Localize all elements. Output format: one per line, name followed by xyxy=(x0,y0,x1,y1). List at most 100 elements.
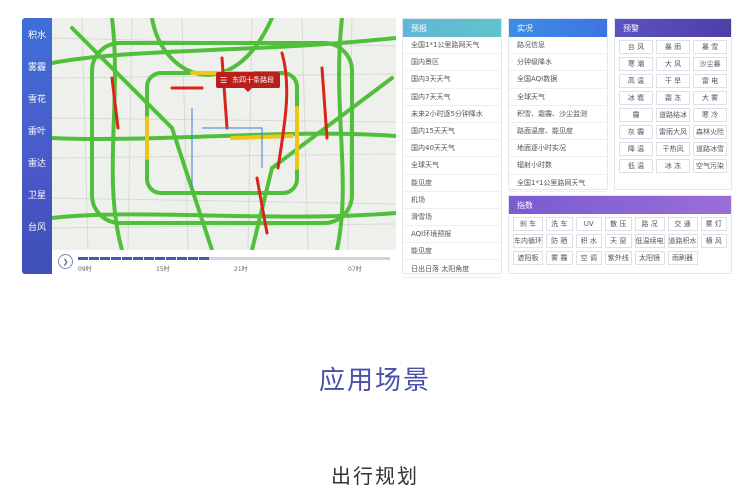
realtime-item[interactable]: 地面逐小时实况 xyxy=(509,140,607,158)
layer-side-nav: 积水 雾霾 雪花 雷叶 雷达 卫星 台风 xyxy=(22,18,56,274)
warning-item[interactable]: 雷雨大风 xyxy=(656,125,690,139)
nav-item-satellite[interactable]: 卫星 xyxy=(22,178,52,210)
index-item[interactable]: UV xyxy=(575,217,602,231)
index-item[interactable]: 路 况 xyxy=(634,217,665,231)
warning-item[interactable]: 暴 雪 xyxy=(693,40,727,54)
warning-item[interactable]: 冰 冻 xyxy=(656,159,690,173)
index-item[interactable]: 紫外线 xyxy=(605,251,632,265)
realtime-header: 实况 xyxy=(509,19,607,37)
realtime-item[interactable]: 全国AQI数据 xyxy=(509,71,607,89)
forecast-item[interactable]: 国内15天天气 xyxy=(403,123,501,141)
warning-item[interactable]: 高 温 xyxy=(619,74,653,88)
forecast-item[interactable]: 滑雪场 xyxy=(403,209,501,227)
index-panel: 指数 刹 车洗 车 UV 散 压路 况交 通雾 灯车内循环防 晒积 水天 窗低温续电… xyxy=(508,195,732,274)
nav-item-ponding[interactable]: 积水 xyxy=(22,18,56,50)
time-tick: 21时 xyxy=(234,266,248,273)
menu-icon: ☰ xyxy=(220,75,228,85)
index-item[interactable]: 太阳镜 xyxy=(634,251,665,265)
forecast-item[interactable]: 机场 xyxy=(403,192,501,209)
time-track-progress xyxy=(78,257,210,260)
index-item[interactable]: 横 风 xyxy=(700,234,727,248)
warning-item[interactable]: 寒 潮 xyxy=(619,57,653,71)
nav-item-radar[interactable]: 雷达 xyxy=(22,146,52,178)
warning-item[interactable]: 暴 雨 xyxy=(656,40,690,54)
forecast-item[interactable]: 未来2小时逐5分钟降水 xyxy=(403,106,501,123)
index-item[interactable]: 雾 灯 xyxy=(700,217,727,231)
index-item[interactable]: 雾 霾 xyxy=(546,251,573,265)
warning-item[interactable]: 沙尘暴 xyxy=(693,57,727,71)
section-subtitle: 出行规划 xyxy=(331,464,419,488)
index-item[interactable]: 积 水 xyxy=(575,234,602,248)
warning-item[interactable]: 霜 冻 xyxy=(656,91,690,105)
traffic-map-canvas xyxy=(52,18,396,250)
realtime-item[interactable]: 路面温度、能见度 xyxy=(509,123,607,141)
index-item[interactable]: 雨刷器 xyxy=(667,251,698,265)
index-item[interactable]: 洗 车 xyxy=(546,217,573,231)
warning-item[interactable]: 台 风 xyxy=(619,40,653,54)
index-item[interactable]: 低温续电 xyxy=(634,234,665,248)
forecast-item[interactable]: 国内3天天气 xyxy=(403,71,501,89)
nav-item-haze[interactable]: 雾霾 xyxy=(22,50,52,82)
realtime-item[interactable]: 积雪、霜霾、沙尘监测 xyxy=(509,106,607,123)
warning-item[interactable]: 降 温 xyxy=(619,142,653,156)
warning-item[interactable]: 干热风 xyxy=(656,142,690,156)
realtime-item[interactable]: 辐射小时数 xyxy=(509,157,607,175)
index-item[interactable]: 空 调 xyxy=(575,251,602,265)
section-title: 应用场景 xyxy=(318,366,431,396)
warning-item[interactable]: 道路冰雪 xyxy=(693,142,727,156)
time-tick: 07时 xyxy=(348,266,362,273)
realtime-item[interactable]: 全国1*1公里路网天气 xyxy=(509,175,607,192)
warning-item[interactable]: 空气污染 xyxy=(693,159,727,173)
forecast-item[interactable]: 全球天气 xyxy=(403,157,501,175)
index-item[interactable]: 交 通 xyxy=(667,217,698,231)
play-icon[interactable]: ❯ xyxy=(58,254,73,269)
time-slider[interactable]: ❯ 09时 15时 21时 07时 xyxy=(52,250,396,274)
warning-item[interactable]: 森林火险 xyxy=(693,125,727,139)
realtime-item[interactable]: 路况信息 xyxy=(509,37,607,55)
time-track[interactable] xyxy=(78,257,390,260)
warning-item[interactable]: 干 旱 xyxy=(656,74,690,88)
forecast-item[interactable]: 国内景区 xyxy=(403,54,501,72)
forecast-list: 全国1*1公里路网天气 国内景区 国内3天天气 国内7天天气 未来2小时逐5分钟降水 国内… xyxy=(403,37,501,278)
forecast-item[interactable]: 能见度 xyxy=(403,243,501,261)
warning-header: 预警 xyxy=(615,19,731,37)
nav-item-typhoon[interactable]: 台风 xyxy=(22,210,52,242)
warning-item[interactable]: 道路结冰 xyxy=(656,108,690,122)
index-item[interactable]: 天 窗 xyxy=(605,234,632,248)
index-header: 指数 xyxy=(509,196,731,214)
index-item[interactable]: 道路积水 xyxy=(667,234,698,248)
forecast-item[interactable]: 国内40天天气 xyxy=(403,140,501,158)
warning-item[interactable]: 大 风 xyxy=(656,57,690,71)
forecast-item[interactable]: 日出日落 太阳角度 xyxy=(403,260,501,278)
index-item[interactable]: 遮阳板 xyxy=(513,251,543,265)
warning-item[interactable]: 冰 雹 xyxy=(619,91,653,105)
forecast-item[interactable]: AQI环境预报 xyxy=(403,226,501,244)
warning-item[interactable]: 低 温 xyxy=(619,159,653,173)
warning-panel: 预警 台 风暴 雨暴 雪寒 潮大 风沙尘暴高 温干 旱雷 电冰 雹霜 冻大 雾霾… xyxy=(614,18,732,190)
realtime-item[interactable]: 分钟级降水 xyxy=(509,54,607,72)
realtime-panel: 实况 路况信息 分钟级降水 全国AQI数据 全球天气 积雪、霜霾、沙尘监测 路面温度、能见… xyxy=(508,18,608,192)
index-item[interactable]: 散 压 xyxy=(605,217,632,231)
time-tick: 09时 xyxy=(78,266,92,273)
forecast-item[interactable]: 能见度 xyxy=(403,175,501,192)
index-item[interactable]: 防 晒 xyxy=(546,234,573,248)
nav-item-snow[interactable]: 雪花 xyxy=(22,82,52,114)
time-tick: 15时 xyxy=(156,266,170,273)
warning-item[interactable]: 霾 xyxy=(619,108,653,122)
realtime-item[interactable]: 全球天气 xyxy=(509,89,607,106)
warning-item[interactable]: 雷 电 xyxy=(693,74,727,88)
forecast-panel: 预报 全国1*1公里路网天气 国内景区 国内3天天气 国内7天天气 未来2小时逐5分钟降… xyxy=(402,18,502,278)
forecast-item[interactable]: 国内7天天气 xyxy=(403,89,501,106)
index-item[interactable]: 刹 车 xyxy=(513,217,543,231)
index-grid: 刹 车洗 车 UV 散 压路 况交 通雾 灯车内循环防 晒积 水天 窗低温续电 道路积… xyxy=(509,214,731,268)
road-popup[interactable]: ☰ 东四十条路段 xyxy=(216,72,281,92)
warning-grid: 台 风暴 雨暴 雪寒 潮大 风沙尘暴高 温干 旱雷 电冰 雹霜 冻大 雾霾道路结… xyxy=(615,37,731,176)
warning-item[interactable]: 大 雾 xyxy=(693,91,727,105)
forecast-item[interactable]: 全国1*1公里路网天气 xyxy=(403,37,501,55)
nav-item-leaf[interactable]: 雷叶 xyxy=(22,114,52,146)
warning-item[interactable]: 寒 冷 xyxy=(693,108,727,122)
realtime-list: 路况信息 分钟级降水 全国AQI数据 全球天气 积雪、霜霾、沙尘监测 路面温度、能见度 地面… xyxy=(509,37,607,192)
warning-item[interactable]: 灰 霾 xyxy=(619,125,653,139)
traffic-map[interactable]: ☰ 东四十条路段 ❯ 09时 15时 21时 07时 xyxy=(52,18,396,274)
index-item[interactable]: 车内循环 xyxy=(513,234,543,248)
